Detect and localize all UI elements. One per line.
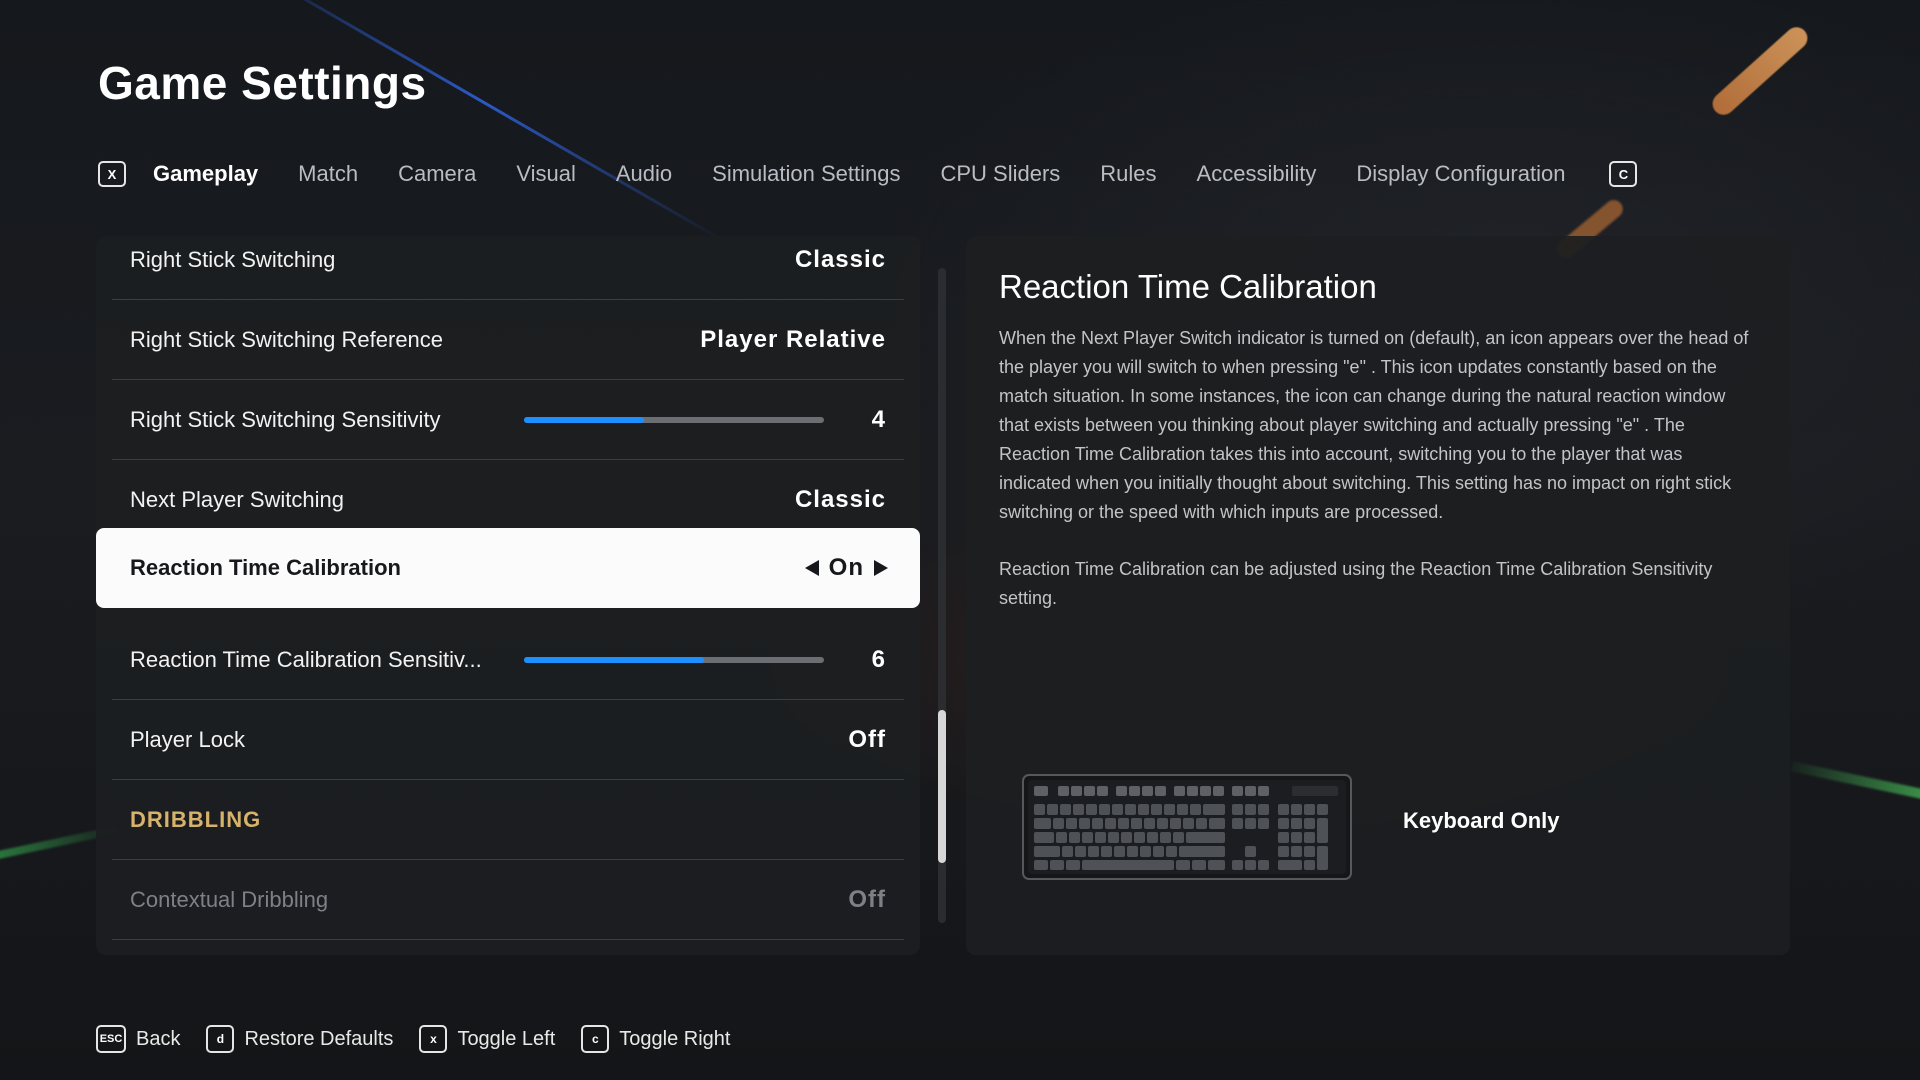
arrow-right-icon[interactable]: [874, 560, 888, 576]
setting-row-right-stick-switching-sensitivity[interactable]: Right Stick Switching Sensitivity 4: [112, 380, 904, 460]
section-header-dribbling: DRIBBLING: [112, 780, 904, 860]
setting-row-reaction-time-calibration[interactable]: Reaction Time Calibration On: [96, 528, 920, 608]
keyboard-icon: [1022, 774, 1352, 880]
setting-label: Right Stick Switching: [130, 246, 336, 272]
restore-defaults-button[interactable]: d Restore Defaults: [206, 1025, 393, 1053]
section-label: DRIBBLING: [130, 806, 262, 832]
tab-camera[interactable]: Camera: [398, 161, 476, 187]
hint-label: Back: [136, 1027, 181, 1050]
background-blue-streak: [238, 0, 725, 243]
setting-row-reaction-time-calibration-sensitivity[interactable]: Reaction Time Calibration Sensitiv... 6: [112, 620, 904, 700]
slider-fill: [524, 657, 704, 663]
setting-value: Classic: [794, 485, 886, 513]
sensitivity-slider[interactable]: [524, 657, 824, 663]
input-device-label: Keyboard Only: [1403, 808, 1560, 833]
slider-fill: [524, 417, 644, 423]
settings-list: Right Stick Switching Classic Right Stic…: [96, 236, 920, 955]
setting-label: Next Player Switching: [130, 486, 344, 512]
toggle-left-key-icon[interactable]: X: [98, 161, 126, 187]
description-body: When the Next Player Switch indicator is…: [999, 324, 1759, 641]
tab-visual[interactable]: Visual: [516, 161, 576, 187]
tab-display-configuration[interactable]: Display Configuration: [1356, 161, 1565, 187]
toggle-right-button[interactable]: c Toggle Right: [581, 1025, 730, 1053]
setting-value-selector: On: [804, 554, 888, 582]
background-green-light-right: [1790, 761, 1920, 809]
background-orange-light: [1708, 22, 1812, 120]
tab-gameplay[interactable]: Gameplay: [153, 161, 258, 187]
x-key-icon: x: [419, 1025, 448, 1053]
tab-audio[interactable]: Audio: [616, 161, 672, 187]
back-button[interactable]: ESC Back: [96, 1025, 180, 1053]
setting-label: Reaction Time Calibration Sensitiv...: [130, 646, 482, 672]
setting-value: Off: [848, 725, 886, 753]
setting-row-contextual-dribbling: Contextual Dribbling Off: [112, 860, 904, 940]
setting-value: Player Relative: [700, 325, 886, 353]
hint-label: Toggle Left: [457, 1027, 556, 1050]
setting-value: On: [828, 554, 864, 581]
description-paragraph: When the Next Player Switch indicator is…: [999, 328, 1749, 522]
tab-match[interactable]: Match: [298, 161, 358, 187]
setting-row-right-stick-switching-reference[interactable]: Right Stick Switching Reference Player R…: [112, 300, 904, 380]
tab-rules[interactable]: Rules: [1100, 161, 1156, 187]
setting-row-right-stick-switching[interactable]: Right Stick Switching Classic: [112, 236, 904, 300]
toggle-right-key-icon[interactable]: C: [1609, 161, 1638, 187]
esc-key-icon: ESC: [96, 1025, 126, 1053]
setting-label: Player Lock: [130, 726, 245, 752]
setting-value: Classic: [794, 245, 886, 273]
d-key-icon: d: [206, 1025, 235, 1053]
toggle-left-button[interactable]: x Toggle Left: [419, 1025, 555, 1053]
description-panel: Reaction Time Calibration When the Next …: [966, 236, 1790, 955]
setting-label: Contextual Dribbling: [130, 886, 329, 912]
scrollbar[interactable]: [938, 268, 946, 923]
setting-label: Right Stick Switching Reference: [130, 326, 444, 352]
sensitivity-slider[interactable]: [524, 417, 824, 423]
setting-value: Off: [848, 885, 886, 913]
tab-accessibility[interactable]: Accessibility: [1197, 161, 1317, 187]
tab-cpu-sliders[interactable]: CPU Sliders: [940, 161, 1060, 187]
description-title: Reaction Time Calibration: [999, 268, 1377, 305]
setting-value: 6: [871, 645, 886, 673]
tab-bar: X Gameplay Match Camera Visual Audio Sim…: [98, 156, 1638, 192]
description-paragraph: Reaction Time Calibration can be adjuste…: [999, 559, 1713, 608]
setting-label: Reaction Time Calibration: [130, 555, 401, 580]
setting-value: 4: [871, 405, 886, 433]
c-key-icon: c: [581, 1025, 610, 1053]
hint-label: Toggle Right: [619, 1027, 731, 1050]
footer-hints: ESC Back d Restore Defaults x Toggle Lef…: [96, 1024, 756, 1054]
hint-label: Restore Defaults: [244, 1027, 394, 1050]
page-title: Game Settings: [98, 57, 427, 109]
setting-row-player-lock[interactable]: Player Lock Off: [112, 700, 904, 780]
arrow-left-icon[interactable]: [804, 560, 819, 576]
setting-label: Right Stick Switching Sensitivity: [130, 406, 441, 432]
tab-simulation-settings[interactable]: Simulation Settings: [712, 161, 900, 187]
scrollbar-thumb[interactable]: [938, 710, 946, 863]
